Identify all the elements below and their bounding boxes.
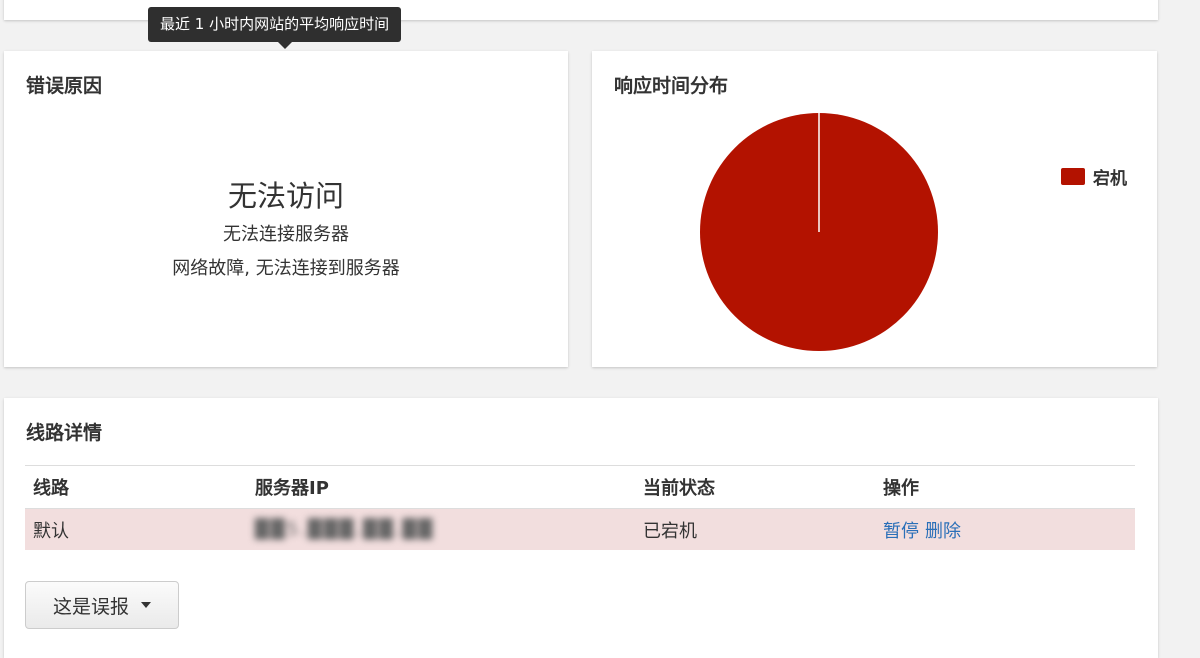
line-name-cell: 默认 <box>25 508 247 550</box>
pause-link[interactable]: 暂停 <box>883 521 919 542</box>
tooltip: 最近 1 小时内网站的平均响应时间 <box>148 7 402 42</box>
false-alarm-label: 这是误报 <box>52 595 129 618</box>
table-row: 默认 ██5.███.██.██ 已宕机 暂停 删除 <box>25 508 1135 550</box>
column-header-status: 当前状态 <box>635 465 875 509</box>
caret-down-icon <box>141 602 151 608</box>
table-header-row: 线路 服务器IP 当前状态 操作 <box>25 465 1135 509</box>
legend-label: 宕机 <box>1093 169 1127 189</box>
actions-cell: 暂停 删除 <box>875 508 1135 550</box>
tooltip-arrow-icon <box>278 42 292 49</box>
false-alarm-button[interactable]: 这是误报 <box>25 581 179 629</box>
error-main-text: 无法访问 <box>227 179 344 213</box>
delete-link[interactable]: 删除 <box>925 521 961 542</box>
pie-legend: 宕机 <box>1061 164 1127 189</box>
line-details-card: 线路详情 线路 服务器IP 当前状态 操作 默认 ██5.███.██.██ 已… <box>4 398 1158 658</box>
lines-table: 线路 服务器IP 当前状态 操作 默认 ██5.███.██.██ 已宕机 暂停… <box>25 465 1135 550</box>
response-pie-chart <box>700 113 938 351</box>
error-detail-text: 网络故障, 无法连接到服务器 <box>172 258 400 279</box>
column-header-server-ip: 服务器IP <box>247 465 635 509</box>
error-reason-card: 错误原因 无法访问 无法连接服务器 网络故障, 无法连接到服务器 <box>4 51 568 367</box>
response-time-card: 响应时间分布 宕机 <box>592 51 1157 367</box>
column-header-line: 线路 <box>25 465 247 509</box>
column-header-actions: 操作 <box>875 465 1135 509</box>
legend-swatch <box>1061 168 1085 185</box>
server-ip-value: ██5.███.██.██ <box>255 519 435 540</box>
error-card-title: 错误原因 <box>26 75 103 97</box>
status-cell: 已宕机 <box>635 508 875 550</box>
lines-card-title: 线路详情 <box>26 422 103 444</box>
server-ip-cell: ██5.███.██.██ <box>247 508 635 550</box>
error-sub-text: 无法连接服务器 <box>223 224 349 245</box>
